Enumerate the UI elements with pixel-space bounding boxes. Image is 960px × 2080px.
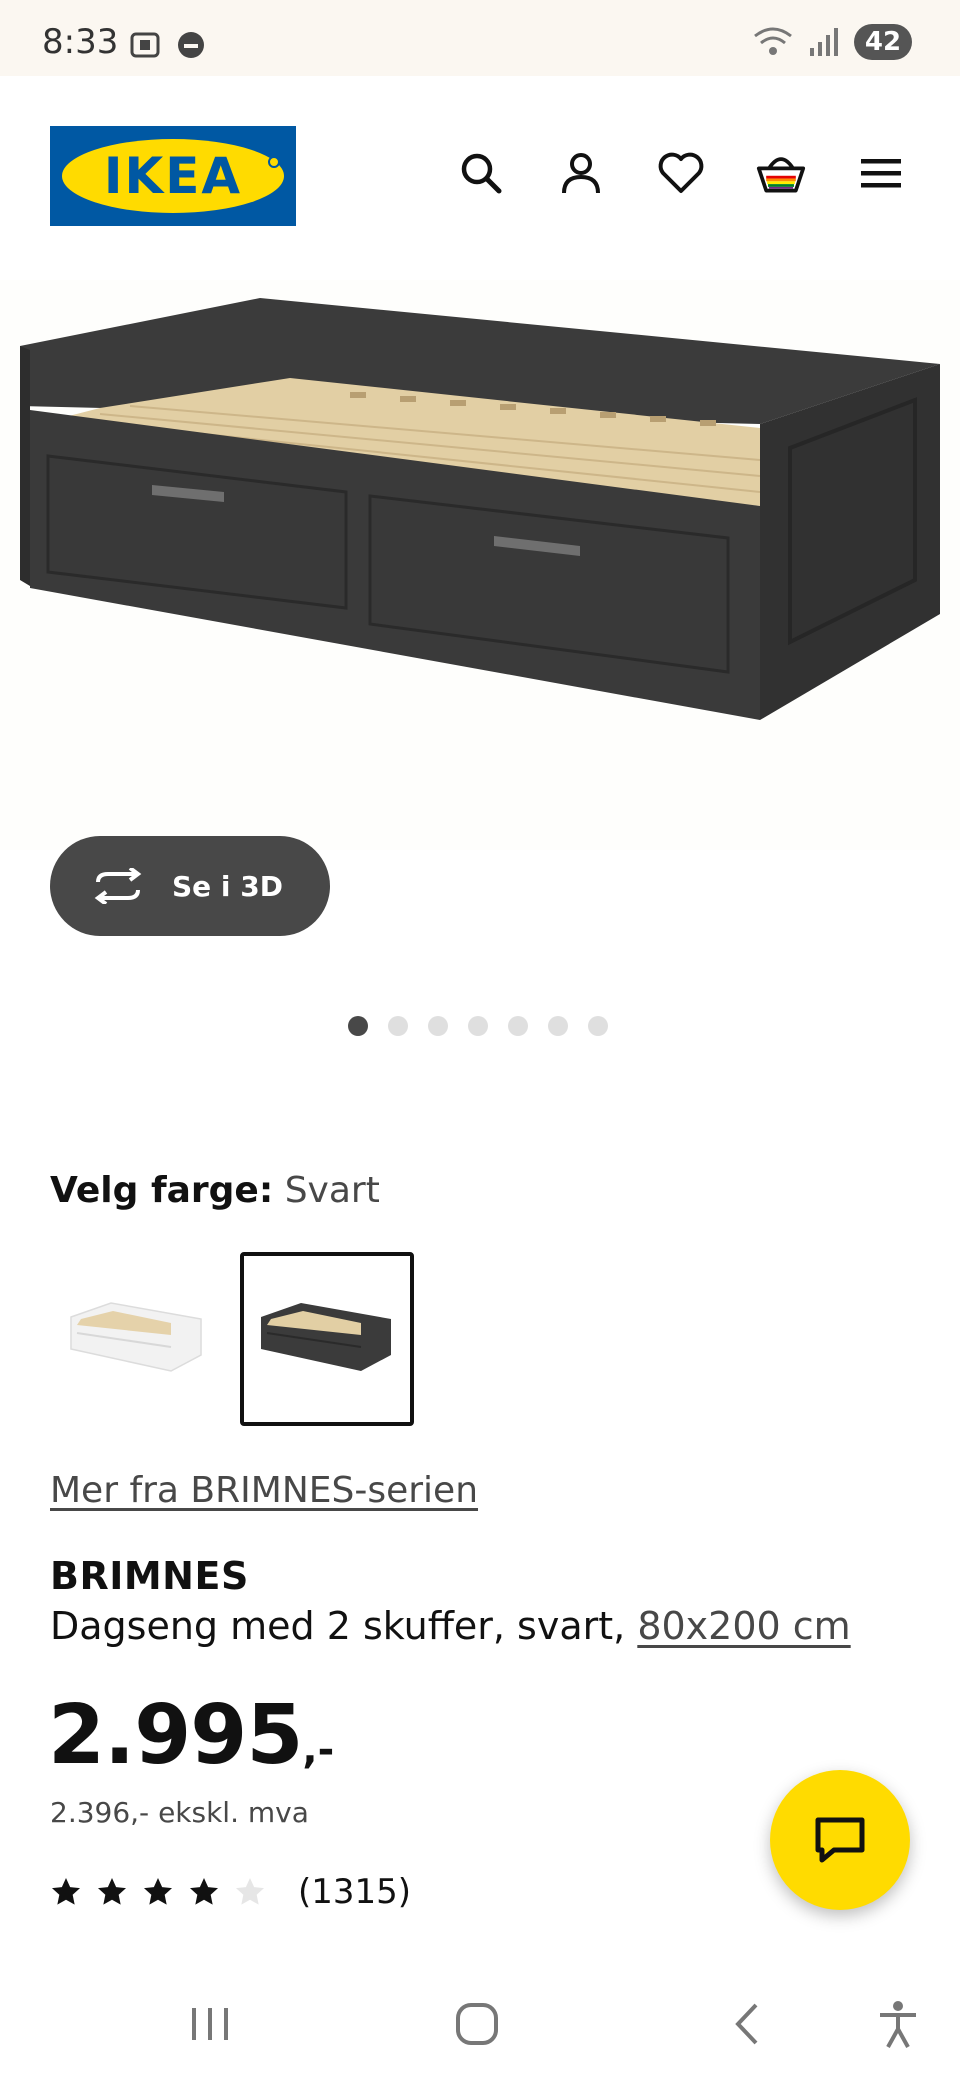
color-label: Velg farge: Svart: [50, 1170, 380, 1211]
gallery-dot[interactable]: [348, 1016, 368, 1036]
product-size-link[interactable]: 80x200 cm: [637, 1604, 850, 1648]
back-button[interactable]: [716, 1994, 776, 2054]
account-icon[interactable]: [556, 148, 606, 198]
series-link[interactable]: Mer fra BRIMNES-serien: [50, 1470, 478, 1511]
swatch-white[interactable]: [50, 1252, 224, 1426]
status-time: 8:33: [42, 22, 119, 62]
product-description: Dagseng med 2 skuffer, svart, 80x200 cm: [50, 1604, 851, 1648]
view-3d-button[interactable]: Se i 3D: [50, 836, 330, 936]
color-label-key: Velg farge:: [50, 1170, 274, 1211]
star-filled-icon: [190, 1878, 218, 1905]
star-empty-icon: [236, 1878, 264, 1905]
gallery-dots: [348, 1016, 608, 1036]
color-label-value: Svart: [284, 1170, 380, 1211]
price: 2.995,-: [48, 1688, 334, 1783]
view-3d-label: Se i 3D: [172, 869, 283, 903]
system-nav-bar: [0, 1966, 960, 2080]
swatch-black[interactable]: [240, 1252, 414, 1426]
gallery-dot[interactable]: [428, 1016, 448, 1036]
star-filled-icon: [98, 1878, 126, 1905]
ikea-logo[interactable]: IKEA: [50, 126, 296, 226]
star-filled-icon: [52, 1878, 80, 1905]
recent-apps-button[interactable]: [180, 1994, 240, 2054]
status-bar: 8:33 42: [0, 0, 960, 76]
registered-mark: [268, 156, 280, 168]
header: IKEA: [0, 76, 960, 276]
rating-count: (1315): [298, 1872, 412, 1912]
home-button[interactable]: [447, 1994, 507, 2054]
gallery-dot[interactable]: [468, 1016, 488, 1036]
basket-icon[interactable]: [756, 148, 806, 198]
status-icons-left: [128, 28, 206, 62]
gallery-dot[interactable]: [508, 1016, 528, 1036]
product-image[interactable]: [0, 280, 960, 850]
rotate-3d-icon: [94, 868, 142, 904]
signal-icon: [810, 28, 838, 56]
rating[interactable]: (1315): [50, 1872, 411, 1912]
accessibility-button[interactable]: [868, 1994, 928, 2054]
gallery-dot[interactable]: [548, 1016, 568, 1036]
logo-text: IKEA: [103, 147, 243, 205]
price-suffix: ,-: [302, 1727, 335, 1773]
product-description-text: Dagseng med 2 skuffer, svart,: [50, 1604, 626, 1648]
status-icons-right: 42: [752, 24, 912, 60]
menu-icon[interactable]: [856, 148, 906, 198]
search-icon[interactable]: [456, 148, 506, 198]
chat-icon: [815, 1817, 865, 1863]
battery-indicator: 42: [854, 24, 912, 60]
heart-icon[interactable]: [656, 148, 706, 198]
gallery-dot[interactable]: [588, 1016, 608, 1036]
logo-oval: IKEA: [62, 139, 284, 213]
header-actions: [456, 148, 906, 198]
price-excl-vat: 2.396,- ekskl. mva: [50, 1796, 309, 1829]
price-main: 2.995: [48, 1688, 303, 1783]
sync-icon: [178, 32, 204, 58]
color-swatches: [50, 1252, 414, 1426]
wifi-icon: [754, 27, 792, 55]
gallery-dot[interactable]: [388, 1016, 408, 1036]
screenshot-icon: [130, 32, 160, 58]
star-filled-icon: [144, 1878, 172, 1905]
product-name: BRIMNES: [50, 1554, 249, 1598]
rating-stars: [50, 1876, 266, 1908]
chat-button[interactable]: [770, 1770, 910, 1910]
